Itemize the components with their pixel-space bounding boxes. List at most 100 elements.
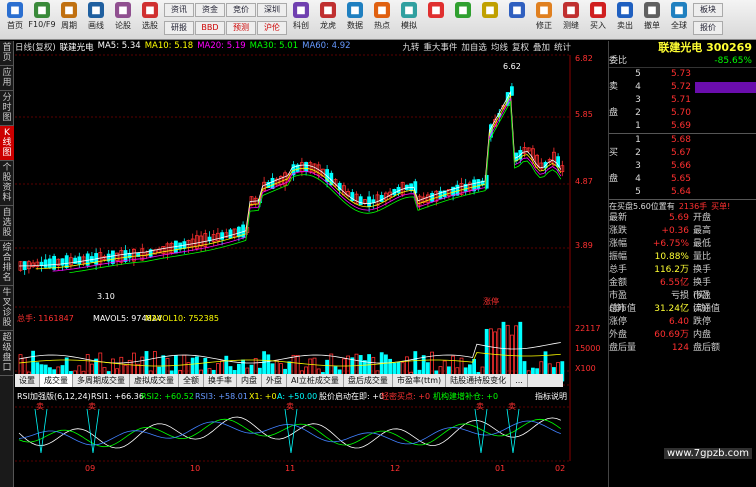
indicator-tab-10[interactable]: 市盈率(ttm) bbox=[393, 374, 447, 387]
ma-line bbox=[18, 90, 562, 267]
site-watermark: www.7gpzb.com bbox=[664, 448, 752, 459]
stat-key: 金额 bbox=[609, 278, 628, 288]
nav-button-1[interactable]: ■ bbox=[450, 1, 476, 37]
right-tool-group: 板块 报价 bbox=[693, 1, 723, 37]
left-side-tabs: 首页 应用 分时图 K线图 个股资料 自选股 综合排名 牛叉诊股 超级盘口 bbox=[0, 41, 14, 487]
candle-body bbox=[123, 250, 128, 262]
candle-body bbox=[77, 256, 82, 265]
indicator-tab-5[interactable]: 换手率 bbox=[204, 374, 237, 387]
date-axis-4: 01 bbox=[495, 464, 505, 473]
volume-axis-2: X100 bbox=[575, 364, 596, 373]
tool-group-button[interactable]: 资金 bbox=[195, 3, 225, 17]
tool2-button-3[interactable]: ■ 热点 bbox=[369, 1, 395, 37]
indicator-help[interactable]: 指标说明 bbox=[535, 391, 567, 401]
stat-key2: 最低 bbox=[693, 239, 712, 249]
sell-price: 5.71 bbox=[670, 95, 691, 105]
right-tool-button[interactable]: 板块 bbox=[693, 3, 723, 17]
tool-button-3[interactable]: ■ 画线 bbox=[83, 1, 109, 37]
buy-level: 4 bbox=[635, 174, 641, 184]
left-tab-4[interactable]: 个股资料 bbox=[0, 161, 14, 206]
nav-button-7[interactable]: ■ 卖出 bbox=[612, 1, 638, 37]
indicator-tab-9[interactable]: 盘后成交量 bbox=[344, 374, 393, 387]
indicator-tab-7[interactable]: 外盘 bbox=[262, 374, 287, 387]
buy-order-row[interactable]: 3 5.66 bbox=[609, 160, 756, 173]
tool-button-0[interactable]: ■ 首页 bbox=[2, 1, 28, 37]
tool-button-2[interactable]: ■ 周期 bbox=[56, 1, 82, 37]
buy-order-row[interactable]: 1 5.68 bbox=[609, 134, 756, 147]
tool2-button-1[interactable]: ■ 龙虎 bbox=[315, 1, 341, 37]
tool-group-button[interactable]: 预测 bbox=[226, 21, 256, 35]
indicator-tab-3[interactable]: 虚拟成交量 bbox=[130, 374, 179, 387]
tool2-button-label: 科创 bbox=[293, 21, 309, 30]
left-tab-0[interactable]: 首页 bbox=[0, 41, 14, 66]
order-status-row: 在买盘5.60位置有 2136手 买单! bbox=[609, 199, 756, 212]
indicator-tab-4[interactable]: 全额 bbox=[179, 374, 204, 387]
left-tab-7[interactable]: 牛叉诊股 bbox=[0, 286, 14, 331]
rsi-signal-spike bbox=[284, 408, 298, 454]
tool-group-button[interactable]: 深圳 bbox=[257, 3, 287, 17]
nav-button-2[interactable]: ■ bbox=[477, 1, 503, 37]
buy-level: 2 bbox=[635, 148, 641, 158]
x1-label: X1: +0 bbox=[249, 392, 277, 401]
tool-group-button[interactable]: BBD bbox=[195, 21, 225, 35]
stat-key2: 换手 bbox=[693, 265, 712, 275]
left-tab-8[interactable]: 超级盘口 bbox=[0, 331, 14, 376]
tool2-button-4[interactable]: ■ 模拟 bbox=[396, 1, 422, 37]
nav-button-label: 测缝 bbox=[563, 21, 579, 30]
nav-button-4[interactable]: ■ 修正 bbox=[531, 1, 557, 37]
indicator-tab-12[interactable]: ... bbox=[511, 374, 528, 387]
indicator-tab-2[interactable]: 多周期成交量 bbox=[73, 374, 130, 387]
nav-button-8[interactable]: ■ 撤单 bbox=[639, 1, 665, 37]
stat-key2: 市盈(动) bbox=[693, 291, 712, 314]
buy-order-row[interactable]: 盘 4 5.65 bbox=[609, 173, 756, 186]
candle-body bbox=[476, 179, 481, 190]
nav-button-5[interactable]: ■ 测缝 bbox=[558, 1, 584, 37]
left-tab-2[interactable]: 分时图 bbox=[0, 91, 14, 126]
rsi1-label: RSI1: +66.36 bbox=[91, 392, 144, 401]
sell-order-row[interactable]: 卖 4 5.72 bbox=[609, 81, 756, 94]
sell-price: 5.70 bbox=[670, 108, 691, 118]
indicator-tab-8[interactable]: AI立桩成交量 bbox=[287, 374, 344, 387]
tool-group-button[interactable]: 资讯 bbox=[164, 3, 194, 17]
sell-order-row[interactable]: 盘 2 5.70 bbox=[609, 107, 756, 120]
stat-value: 6.40 bbox=[668, 317, 689, 327]
nav-button-3[interactable]: ■ bbox=[504, 1, 530, 37]
tool-group-button[interactable]: 研报 bbox=[164, 21, 194, 35]
kline-svg[interactable]: 6.82 5.85 4.87 3.89 6.62 3.10 涨停 总手: 116… bbox=[15, 41, 608, 487]
nav-button-6[interactable]: ■ 买入 bbox=[585, 1, 611, 37]
indicator-tab-0[interactable]: 设置 bbox=[15, 374, 40, 387]
indicator-tab-1[interactable]: 成交量 bbox=[40, 374, 73, 387]
nav-button-label: 全球 bbox=[671, 21, 687, 30]
tool-group-button[interactable]: 沪伦 bbox=[257, 21, 287, 35]
period-icon: ■ bbox=[61, 2, 77, 18]
volume-axis-1: 15000 bbox=[575, 344, 600, 353]
sell-order-row[interactable]: 1 5.69 bbox=[609, 120, 756, 133]
candle-body bbox=[52, 255, 56, 270]
right-tool-button[interactable]: 报价 bbox=[693, 21, 723, 35]
tool-button-1[interactable]: ■ F10/F9 bbox=[28, 1, 56, 37]
tool-group-button[interactable]: 竞价 bbox=[226, 3, 256, 17]
kline-chart-area[interactable]: 日线(复权) 联建光电 MA5: 5.34 MA10: 5.18 MA20: 5… bbox=[15, 41, 600, 487]
stat-value: 31.24亿 bbox=[654, 304, 689, 314]
tool2-button-0[interactable]: ■ 科创 bbox=[288, 1, 314, 37]
candle-body bbox=[64, 255, 69, 268]
tool2-button-2[interactable]: ■ 数据 bbox=[342, 1, 368, 37]
buy-order-row[interactable]: 5 5.64 bbox=[609, 186, 756, 199]
nav-button-9[interactable]: ■ 全球 bbox=[666, 1, 692, 37]
sell-order-row[interactable]: 5 5.73 bbox=[609, 68, 756, 81]
indicator-tab-11[interactable]: 陆股通持股变化 bbox=[446, 374, 512, 387]
tool-button-5[interactable]: ■ 选股 bbox=[137, 1, 163, 37]
discuss-icon: ■ bbox=[115, 2, 131, 18]
nav-button-0[interactable]: ■ bbox=[423, 1, 449, 37]
left-tab-6[interactable]: 综合排名 bbox=[0, 241, 14, 286]
buy-order-row[interactable]: 买 2 5.67 bbox=[609, 147, 756, 160]
home-icon: ■ bbox=[7, 2, 23, 18]
indicator-tab-6[interactable]: 内盘 bbox=[237, 374, 262, 387]
left-tab-3[interactable]: K线图 bbox=[0, 126, 14, 161]
stat-value: 6.55亿 bbox=[659, 278, 689, 288]
left-tab-5[interactable]: 自选股 bbox=[0, 206, 14, 241]
tool-button-4[interactable]: ■ 论股 bbox=[110, 1, 136, 37]
sell-order-row[interactable]: 3 5.71 bbox=[609, 94, 756, 107]
left-tab-1[interactable]: 应用 bbox=[0, 66, 14, 91]
stat-value: +0.36 bbox=[661, 226, 689, 236]
